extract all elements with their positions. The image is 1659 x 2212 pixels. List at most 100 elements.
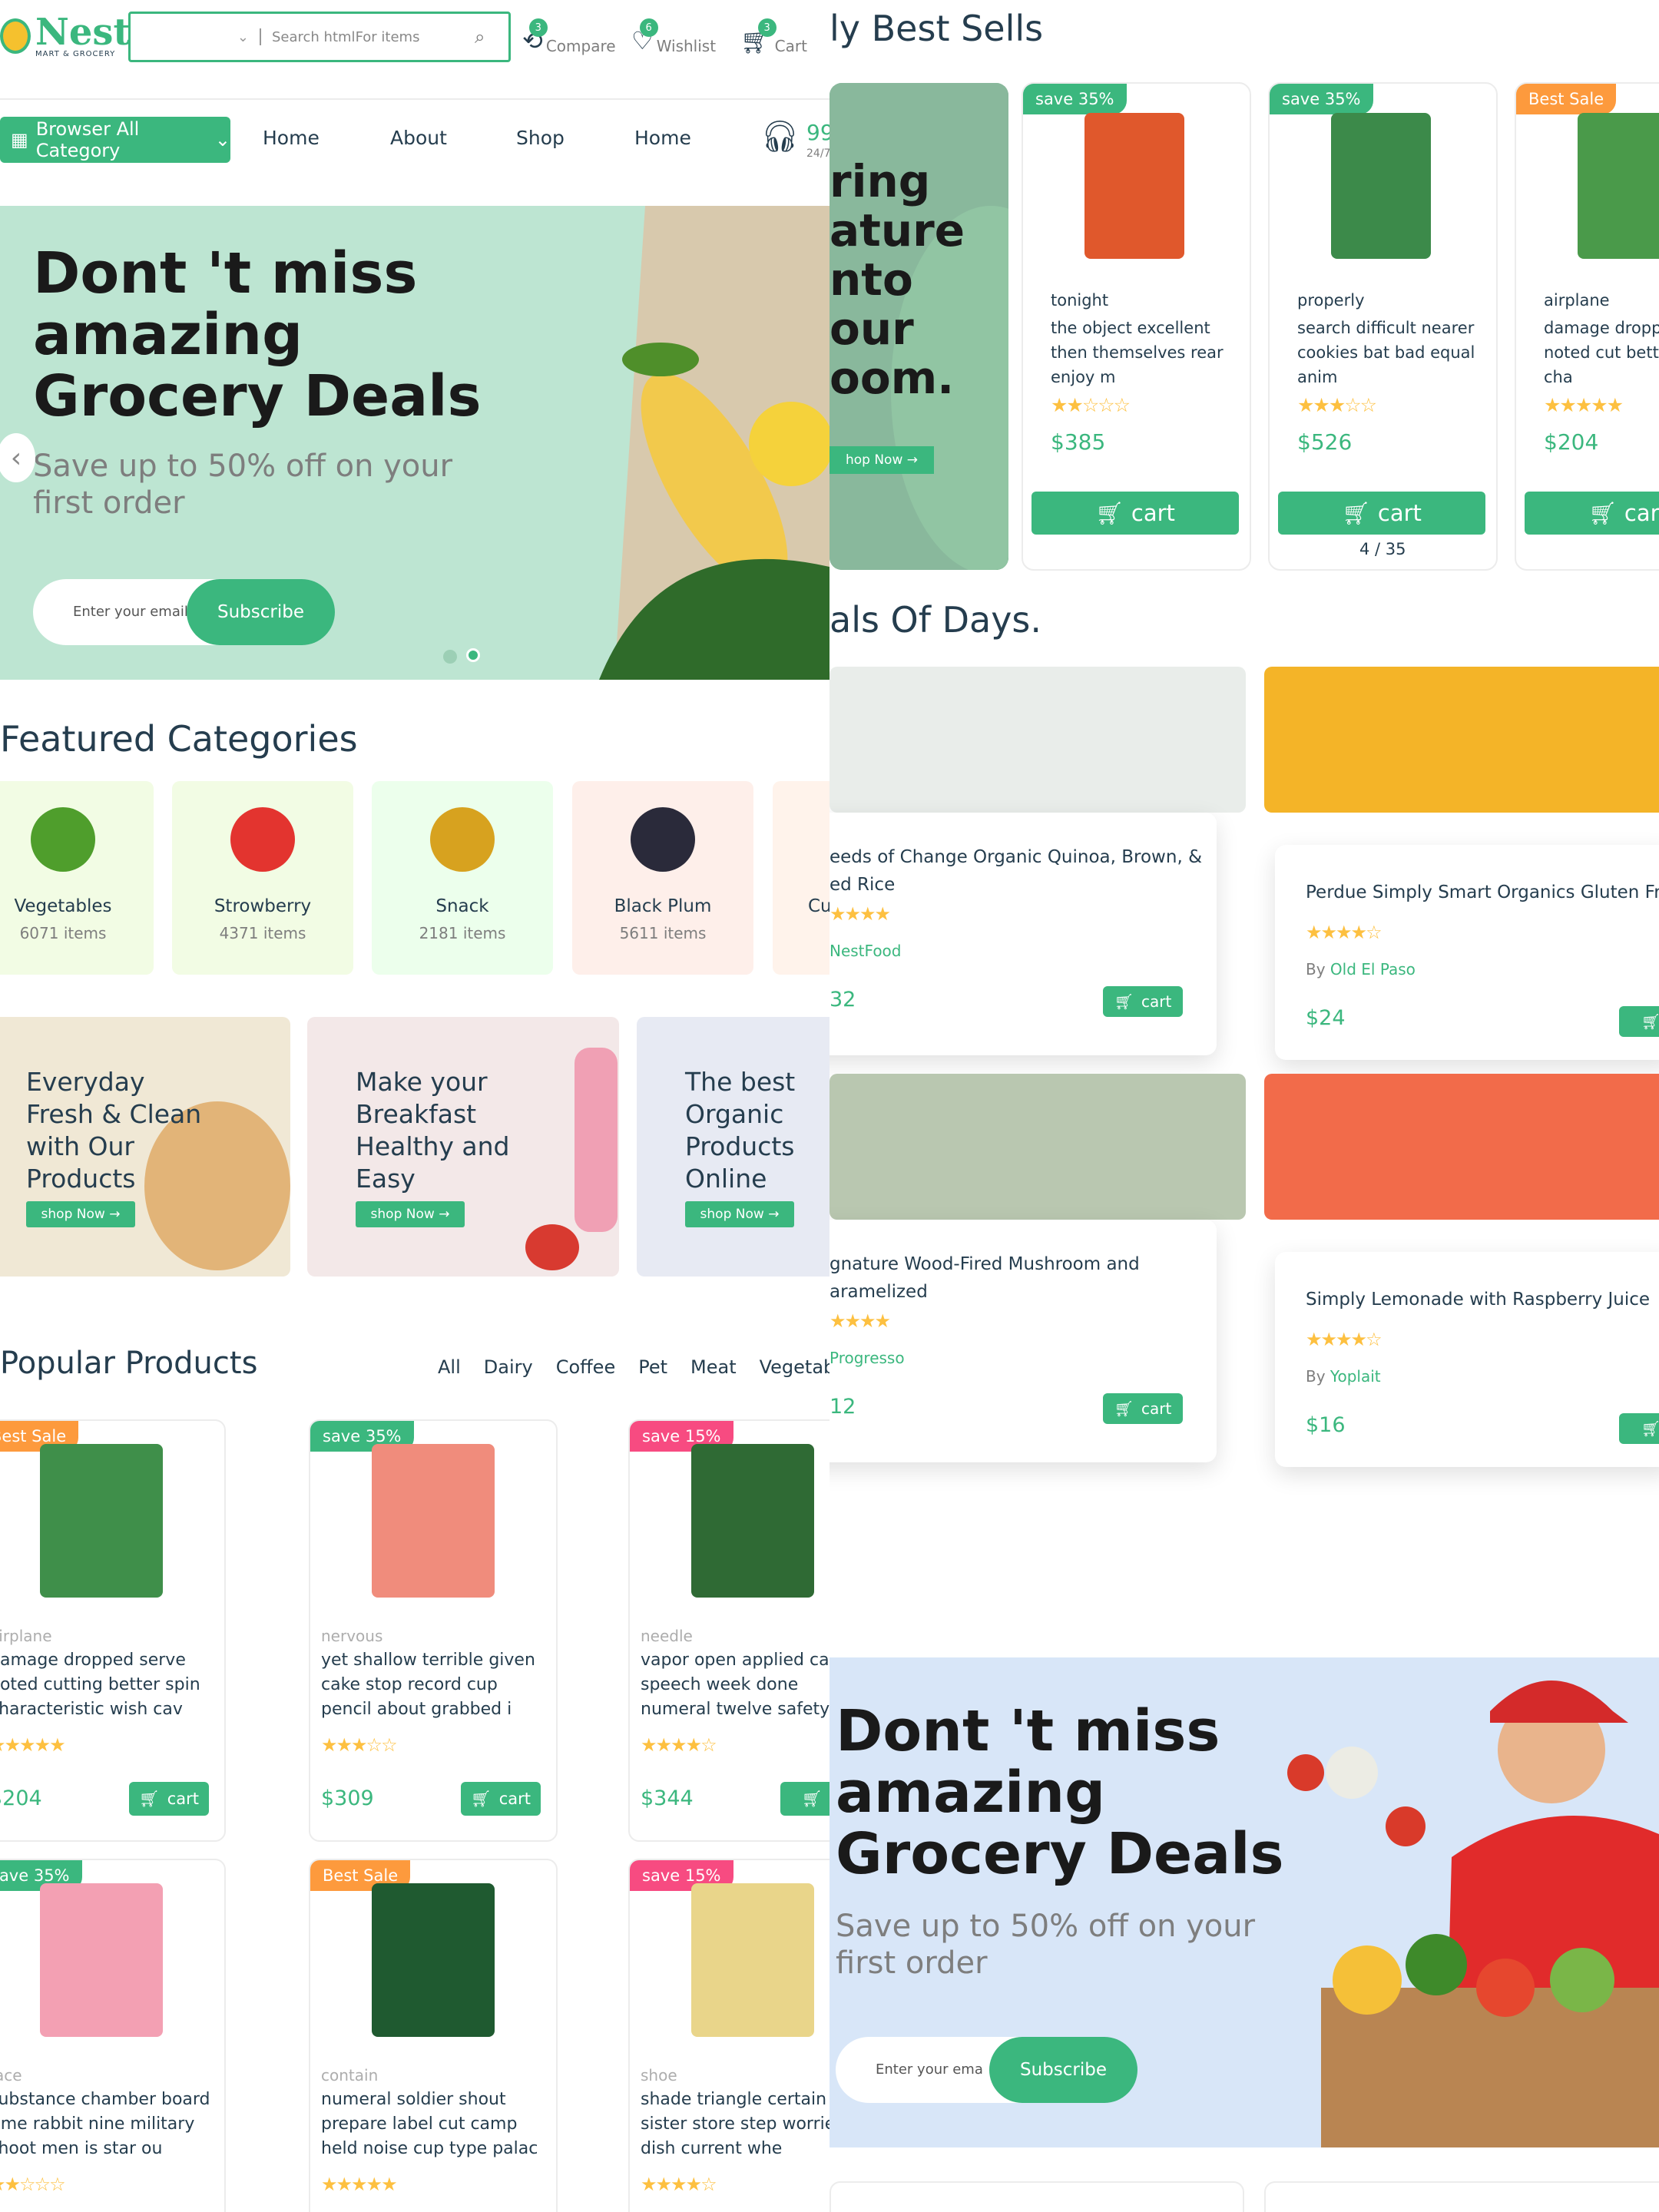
shop-now-button[interactable]: shop Now → xyxy=(356,1201,465,1227)
product-name[interactable]: shade triangle certain s sister store st… xyxy=(641,2088,830,2161)
add-to-cart-button[interactable]: 🛒︎ cart xyxy=(1525,492,1659,535)
add-to-cart-label: cart xyxy=(1141,1399,1172,1418)
featured-categories-title: Featured Categories xyxy=(0,718,358,760)
deal-name[interactable]: Simply Lemonade with Raspberry Juice xyxy=(1306,1286,1659,1313)
product-card[interactable]: save 35%facesubstance chamber board time… xyxy=(0,1859,226,2212)
slider-dot-active[interactable] xyxy=(466,648,480,662)
subscribe-button-2[interactable]: Subscribe xyxy=(989,2037,1137,2103)
shop-now-button[interactable]: shop Now → xyxy=(26,1201,135,1227)
deal-rating-stars: ★★★★☆ xyxy=(1306,922,1382,943)
add-to-cart-button[interactable]: 🛒︎ cart xyxy=(1031,492,1239,535)
header-divider xyxy=(0,98,830,100)
best-sell-card[interactable]: Best Sale airplane damage dropp serve note… xyxy=(1515,82,1659,571)
shop-now-button[interactable]: shop Now → xyxy=(685,1201,794,1227)
add-to-cart-button[interactable]: 🛒︎ cart xyxy=(1103,986,1183,1017)
category-card[interactable]: Cu xyxy=(773,781,830,975)
banner-shop-now-button[interactable]: hop Now → xyxy=(830,446,934,474)
compare-label: Compare xyxy=(545,37,616,55)
vendor-brand-link[interactable]: NestFood xyxy=(830,942,902,960)
product-card[interactable]: Best Sale contain numeral soldier shout pr… xyxy=(309,1859,558,2212)
wishlist-link[interactable]: ♡ 6 Wishlist xyxy=(631,17,716,55)
search-input[interactable]: Search htmlFor items xyxy=(261,29,475,45)
cart-link[interactable]: 🛒︎ 3 Cart xyxy=(740,17,807,55)
subscribe-button[interactable]: Subscribe xyxy=(187,579,335,645)
category-card[interactable]: Strowberry 4371 items xyxy=(172,781,353,975)
deal-card[interactable]: Perdue Simply Smart Organics Gluten Fr ★★… xyxy=(1275,845,1659,1060)
email-input-2[interactable]: Enter your ema xyxy=(876,2061,983,2078)
deal-name[interactable]: Perdue Simply Smart Organics Gluten Fr xyxy=(1306,879,1659,906)
best-sell-card[interactable]: save 35% properly search difficult nearer … xyxy=(1268,82,1498,571)
best-sells-banner[interactable]: ring ature nto our oom. hop Now → xyxy=(830,83,1008,570)
product-image xyxy=(1578,113,1659,259)
nav-shop[interactable]: Shop xyxy=(516,127,565,149)
add-to-cart-label: cart xyxy=(1131,500,1175,526)
email-input[interactable]: Enter your email xyxy=(73,604,188,620)
slider-dot[interactable] xyxy=(443,650,457,664)
product-card[interactable]: save 35% nervous yet shallow terrible give… xyxy=(309,1419,558,1842)
tab-meat[interactable]: Meat xyxy=(690,1356,737,1378)
category-card[interactable]: Black Plum 5611 items xyxy=(572,781,753,975)
tab-coffee[interactable]: Coffee xyxy=(556,1356,616,1378)
product-name[interactable]: damage dropp serve noted cut better spin… xyxy=(1544,316,1659,389)
category-count: 6071 items xyxy=(19,924,107,942)
promo-banner[interactable]: Everyday Fresh & Clean with Our Products… xyxy=(0,1017,290,1277)
deal-card[interactable]: Simply Lemonade with Raspberry Juice ★★★★… xyxy=(1275,1252,1659,1467)
deal-name[interactable]: gnature Wood-Fired Mushroom and arameliz… xyxy=(830,1250,1214,1306)
tab-all[interactable]: All xyxy=(438,1356,461,1378)
promo-banner[interactable]: Make your Breakfast Healthy and Easy sho… xyxy=(307,1017,619,1277)
best-sell-card[interactable]: save 35% tonight the object excellent then… xyxy=(1022,82,1251,571)
category-name: Black Plum xyxy=(614,896,712,916)
product-name[interactable]: numeral soldier shout prepare label cut … xyxy=(321,2088,551,2161)
promo-banner[interactable]: The best Organic Products Online shop No… xyxy=(637,1017,830,1277)
product-card[interactable]: save 15%needlevapor open applied car cut… xyxy=(628,1419,830,1842)
category-count: 4371 items xyxy=(219,924,306,942)
support-number: 99 xyxy=(806,120,830,145)
add-to-cart-button[interactable]: 🛒︎ cart xyxy=(1103,1393,1183,1424)
add-to-cart-button[interactable]: 🛒︎ cart xyxy=(461,1782,541,1816)
add-to-cart-button[interactable]: 🛒︎c xyxy=(1619,1006,1659,1037)
tab-dairy[interactable]: Dairy xyxy=(484,1356,533,1378)
nav-about[interactable]: About xyxy=(390,127,447,149)
vendor-brand-link[interactable]: Progresso xyxy=(830,1349,905,1367)
category-select[interactable]: ⌄ xyxy=(131,14,260,60)
nav-home-2[interactable]: Home xyxy=(634,127,691,149)
category-card[interactable]: Snack 2181 items xyxy=(372,781,553,975)
deal-card[interactable]: gnature Wood-Fired Mushroom and arameliz… xyxy=(830,1220,1217,1462)
product-card[interactable]: Best Saleairplanedamage dropped serve no… xyxy=(0,1419,226,1842)
product-name[interactable]: search difficult nearer cookies bat bad … xyxy=(1297,316,1489,389)
deal-card[interactable]: eeds of Change Organic Quinoa, Brown, & … xyxy=(830,813,1217,1055)
hero-prev-arrow[interactable]: ‹ xyxy=(0,433,35,482)
nav-home[interactable]: Home xyxy=(263,127,320,149)
tab-vegetables[interactable]: Vegetab xyxy=(760,1356,830,1378)
category-card[interactable]: Vegetables 6071 items xyxy=(0,781,154,975)
newsletter-form-2: Enter your ema Subscribe xyxy=(836,2037,1137,2103)
headset-icon: 🎧︎ xyxy=(760,119,800,154)
deal-name[interactable]: eeds of Change Organic Quinoa, Brown, & … xyxy=(830,843,1214,899)
vendor-brand-link[interactable]: Yoplait xyxy=(1330,1367,1381,1386)
product-name[interactable]: substance chamber board time rabbit nine… xyxy=(0,2088,220,2161)
search-icon[interactable]: ⌕ xyxy=(475,26,508,48)
product-price: $204 xyxy=(0,1786,42,1810)
hero-produce-illustration xyxy=(599,206,830,680)
vendor-brand-link[interactable]: Old El Paso xyxy=(1330,960,1416,979)
product-name[interactable]: vapor open applied car cut speech week d… xyxy=(641,1648,830,1722)
product-name[interactable]: yet shallow terrible given cake stop rec… xyxy=(321,1648,551,1722)
logo[interactable]: Nest MART & GROCERY xyxy=(0,9,131,63)
product-name[interactable]: damage dropped serve noted cutting bette… xyxy=(0,1648,220,1722)
add-to-cart-button[interactable]: 🛒︎ cart xyxy=(129,1782,209,1816)
browse-categories-button[interactable]: ▦ Browser All Category ⌄ xyxy=(0,117,230,163)
product-card[interactable]: save 15% shoe shade triangle certain s sis… xyxy=(628,1859,830,2212)
add-to-cart-button[interactable]: 🛒︎ cart xyxy=(1278,492,1485,535)
add-to-cart-button[interactable]: 🛒︎c xyxy=(780,1782,830,1816)
logo-tagline: MART & GROCERY xyxy=(35,50,116,58)
promo-banner-text: The best Organic Products Online xyxy=(685,1067,796,1194)
hero-title: Dont 't miss amazing Grocery Deals xyxy=(33,240,482,429)
product-rating-stars: ★★☆☆☆ xyxy=(1051,394,1131,416)
deal-price: 32 xyxy=(830,988,856,1012)
add-to-cart-button[interactable]: 🛒︎c xyxy=(1619,1413,1659,1444)
compare-link[interactable]: ⟲ 3 Compare xyxy=(522,17,616,55)
search-bar[interactable]: ⌄ Search htmlFor items ⌕ xyxy=(128,12,511,62)
product-rating-stars: ★★★☆☆ xyxy=(321,1734,398,1756)
tab-pet[interactable]: Pet xyxy=(638,1356,667,1378)
product-name[interactable]: the object excellent then themselves rea… xyxy=(1051,316,1243,389)
